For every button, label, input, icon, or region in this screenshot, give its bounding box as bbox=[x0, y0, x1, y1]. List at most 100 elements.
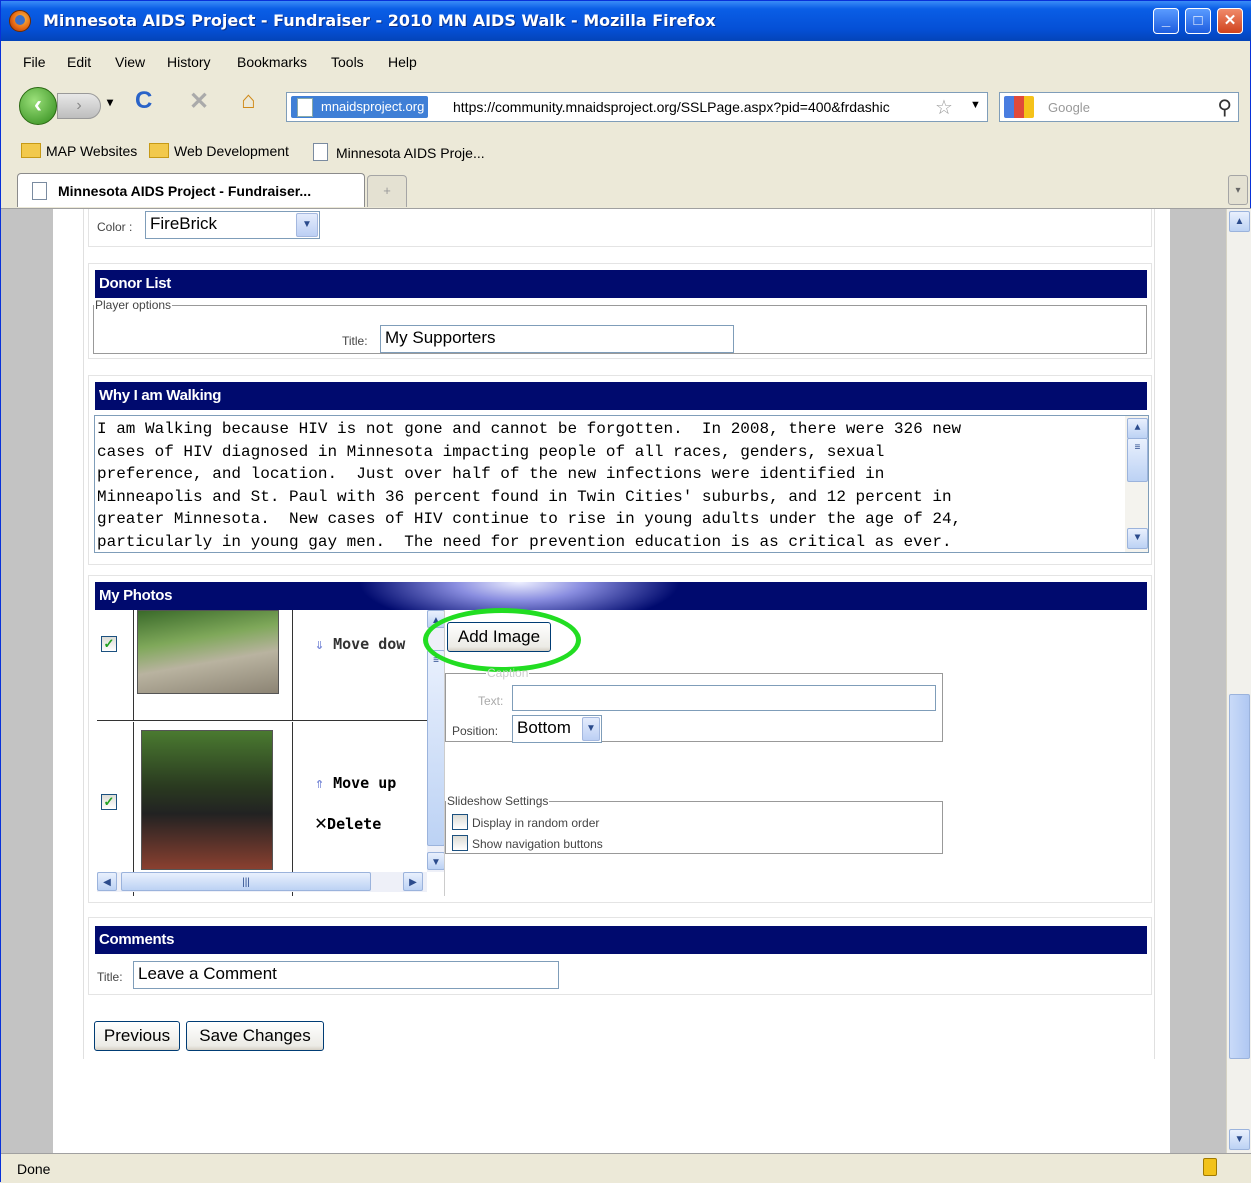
history-dropdown-icon[interactable]: ▾ bbox=[107, 95, 113, 109]
search-box[interactable]: Google ⚲ bbox=[999, 92, 1239, 122]
text-line: Minneapolis and St. Paul with 36 percent… bbox=[97, 487, 952, 506]
scroll-down-icon[interactable]: ▼ bbox=[1127, 528, 1148, 549]
why-walking-textarea[interactable]: I am Walking because HIV is not gone and… bbox=[94, 415, 1149, 553]
chevron-down-icon[interactable]: ▼ bbox=[582, 717, 600, 741]
stop-icon[interactable]: ✕ bbox=[189, 87, 209, 116]
back-arrow-icon[interactable]: ‹ bbox=[19, 87, 57, 125]
why-walking-header: Why I am Walking bbox=[95, 382, 1147, 410]
url-dropdown-icon[interactable]: ▼ bbox=[970, 99, 981, 111]
site-identity-badge[interactable]: mnaidsproject.org bbox=[291, 96, 429, 118]
photo-2-checkbox[interactable]: ✓ bbox=[101, 794, 117, 810]
text-line: I am Walking because HIV is not gone and… bbox=[97, 420, 962, 438]
url-text[interactable]: https://community.mnaidsproject.org/SSLP… bbox=[453, 99, 890, 115]
position-label: Position: bbox=[452, 724, 499, 738]
random-order-checkbox[interactable] bbox=[452, 814, 468, 830]
photo-1-checkbox[interactable]: ✓ bbox=[101, 636, 117, 652]
menu-history[interactable]: History bbox=[167, 54, 211, 70]
text-line: particularly in young gay men. The need … bbox=[97, 532, 952, 551]
bookmark-map-websites[interactable]: MAP Websites bbox=[21, 143, 137, 159]
home-icon[interactable]: ⌂ bbox=[241, 87, 256, 115]
window-title: Minnesota AIDS Project - Fundraiser - 20… bbox=[43, 11, 716, 30]
address-bar[interactable]: mnaidsproject.org https://community.mnai… bbox=[286, 92, 988, 122]
delete-x-icon: ✕ bbox=[315, 810, 328, 834]
scroll-thumb[interactable]: ≡ bbox=[427, 650, 444, 846]
donor-list-section: Donor List Player options Title: My Supp… bbox=[88, 263, 1152, 359]
reload-icon[interactable]: C bbox=[135, 87, 152, 115]
scroll-up-icon[interactable]: ▲ bbox=[1229, 211, 1250, 232]
status-bar: Done bbox=[1, 1153, 1251, 1183]
bookmark-label: Web Development bbox=[174, 143, 289, 159]
donor-title-input[interactable]: My Supporters bbox=[380, 325, 734, 353]
edit-panel: Color : FireBrick ▼ Donor List Player op… bbox=[83, 209, 1155, 1059]
page-vscroll[interactable]: ▲ ▼ bbox=[1226, 209, 1251, 1153]
move-down-link[interactable]: ⇓ Move dow bbox=[315, 635, 405, 653]
arrow-up-icon: ⇑ bbox=[315, 774, 325, 792]
photo-list-hscroll[interactable]: ◀ ||| ▶ bbox=[97, 872, 427, 892]
menu-help[interactable]: Help bbox=[388, 54, 417, 70]
caption-text-label: Text: bbox=[478, 694, 504, 708]
highlight-ring bbox=[423, 608, 581, 672]
menu-view[interactable]: View bbox=[115, 54, 145, 70]
scroll-up-icon[interactable]: ▲ bbox=[1127, 418, 1148, 439]
bookmark-web-development[interactable]: Web Development bbox=[149, 143, 289, 159]
move-up-label: Move up bbox=[333, 774, 397, 792]
random-order-label: Display in random order bbox=[472, 816, 600, 830]
minimize-button[interactable]: _ bbox=[1153, 8, 1179, 34]
donor-title-label: Title: bbox=[342, 334, 368, 348]
menu-edit[interactable]: Edit bbox=[67, 54, 91, 70]
menu-tools[interactable]: Tools bbox=[331, 54, 364, 70]
move-up-link[interactable]: ⇑ Move up bbox=[315, 774, 396, 792]
new-tab-button[interactable]: + bbox=[367, 175, 407, 207]
textarea-scrollbar[interactable]: ▲ ≡ ▼ bbox=[1125, 416, 1148, 552]
scroll-thumb[interactable]: ≡ bbox=[1127, 438, 1148, 482]
position-select[interactable]: Bottom ▼ bbox=[512, 715, 602, 743]
photo-thumbnail-2[interactable] bbox=[141, 730, 273, 870]
bookmark-label: Minnesota AIDS Proje... bbox=[336, 145, 485, 161]
lock-icon[interactable] bbox=[1203, 1158, 1217, 1176]
scroll-left-icon[interactable]: ◀ bbox=[97, 872, 117, 891]
save-changes-button[interactable]: Save Changes bbox=[186, 1021, 324, 1051]
scroll-thumb[interactable] bbox=[1229, 694, 1250, 1059]
comments-title-input[interactable]: Leave a Comment bbox=[133, 961, 559, 989]
slideshow-legend: Slideshow Settings bbox=[447, 794, 549, 808]
page-icon bbox=[313, 143, 328, 161]
chevron-down-icon[interactable]: ▼ bbox=[296, 213, 318, 237]
caption-text-input[interactable] bbox=[512, 685, 936, 711]
tab-list-button[interactable]: ▾ bbox=[1228, 175, 1248, 205]
bookmark-star-icon[interactable]: ☆ bbox=[935, 95, 953, 120]
caption-fieldset: Caption Text: Position: Bottom ▼ bbox=[445, 666, 943, 743]
menu-bookmarks[interactable]: Bookmarks bbox=[237, 54, 307, 70]
previous-button[interactable]: Previous bbox=[94, 1021, 180, 1051]
color-value: FireBrick bbox=[150, 214, 218, 233]
scroll-down-icon[interactable]: ▼ bbox=[1229, 1129, 1250, 1150]
scroll-right-icon[interactable]: ▶ bbox=[403, 872, 423, 891]
search-icon[interactable]: ⚲ bbox=[1217, 95, 1232, 120]
nav-buttons-checkbox[interactable] bbox=[452, 835, 468, 851]
player-options-fieldset: Player options Title: My Supporters bbox=[93, 298, 1147, 354]
forward-arrow-icon[interactable]: › bbox=[57, 93, 101, 119]
page-margin-right bbox=[1170, 209, 1226, 1153]
comments-title-label: Title: bbox=[97, 970, 123, 984]
delete-link[interactable]: ✕Delete bbox=[315, 810, 381, 834]
scroll-down-icon[interactable]: ▼ bbox=[427, 852, 444, 870]
scroll-thumb[interactable]: ||| bbox=[121, 872, 371, 891]
comments-section: Comments Title: Leave a Comment bbox=[88, 917, 1152, 995]
photo-thumbnail-1[interactable] bbox=[137, 610, 279, 694]
maximize-button[interactable]: □ bbox=[1185, 8, 1211, 34]
color-label: Color : bbox=[97, 220, 133, 234]
my-photos-section: My Photos ✓ ✓ ⇓ Move dow ⇑ Move up ✕Dele… bbox=[88, 575, 1152, 903]
close-button[interactable]: ✕ bbox=[1217, 8, 1243, 34]
color-select[interactable]: FireBrick ▼ bbox=[145, 211, 320, 239]
move-down-label: Move dow bbox=[333, 635, 406, 653]
tab-active[interactable]: Minnesota AIDS Project - Fundraiser... bbox=[17, 173, 365, 207]
position-value: Bottom bbox=[517, 718, 571, 737]
bookmarks-toolbar: MAP Websites Web Development Minnesota A… bbox=[1, 137, 1251, 167]
bookmark-label: MAP Websites bbox=[46, 143, 138, 159]
page-margin-left bbox=[1, 209, 53, 1153]
menu-file[interactable]: File bbox=[23, 54, 46, 70]
text-line: preference, and location. Just over half… bbox=[97, 465, 885, 483]
search-engine-icon[interactable] bbox=[1004, 96, 1034, 118]
browser-window: Minnesota AIDS Project - Fundraiser - 20… bbox=[0, 0, 1251, 1183]
tab-strip: Minnesota AIDS Project - Fundraiser... +… bbox=[1, 171, 1251, 209]
bookmark-minnesota-aids[interactable]: Minnesota AIDS Proje... bbox=[313, 143, 485, 161]
